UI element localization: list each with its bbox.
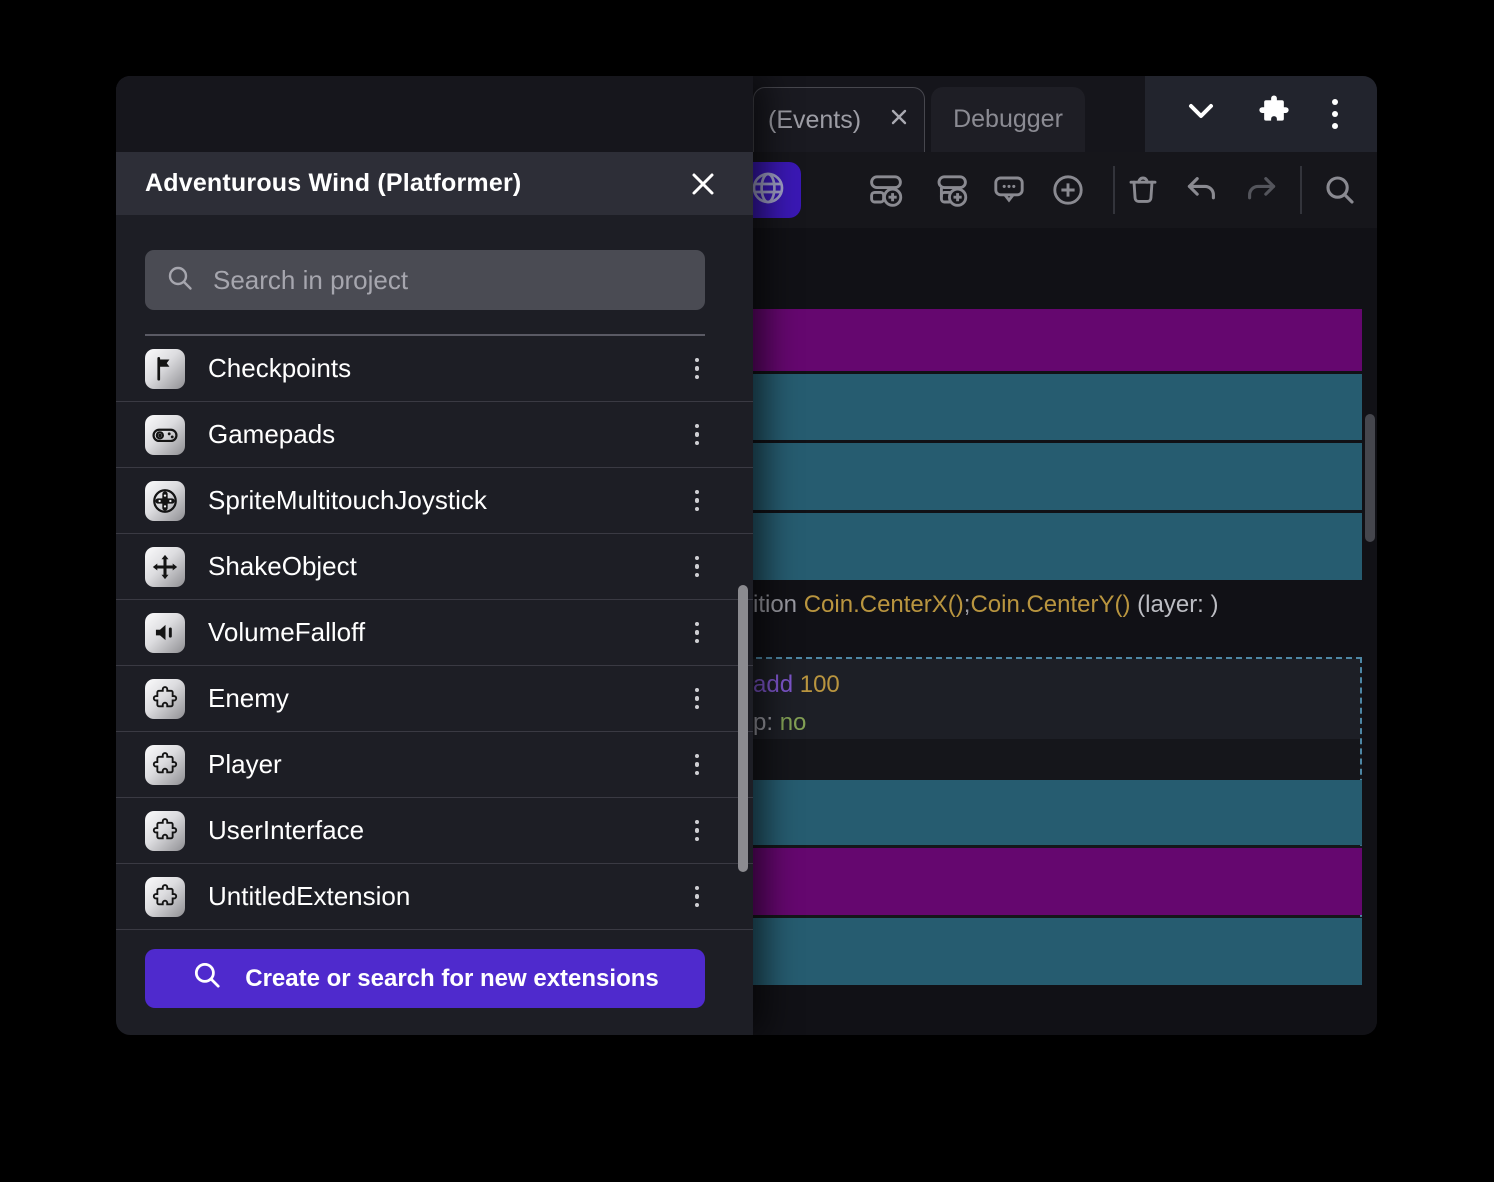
kebab-menu-icon[interactable]: [1332, 99, 1338, 129]
titlebar-right-section: [1145, 76, 1377, 152]
item-menu-icon[interactable]: [689, 814, 706, 848]
code-token: no: [780, 709, 807, 736]
item-label: UntitledExtension: [208, 881, 689, 912]
project-title: Adventurous Wind (Platformer): [145, 169, 521, 198]
project-item-gamepads[interactable]: Gamepads: [116, 402, 753, 468]
code-token: p:: [753, 709, 780, 736]
toolbar-divider: [1300, 166, 1302, 214]
tab-events[interactable]: (Events): [753, 87, 925, 152]
code-token: add: [753, 671, 800, 698]
puzzle-piece-icon: [145, 877, 185, 917]
globe-icon: [748, 168, 788, 213]
tab-close-icon[interactable]: [888, 106, 910, 135]
project-search[interactable]: [145, 250, 705, 310]
event-action-text: ition Coin.CenterX();Coin.CenterY() (lay…: [753, 590, 1219, 620]
puzzle-piece-icon: [145, 811, 185, 851]
flag-icon: [145, 349, 185, 389]
code-token: 100: [800, 671, 840, 698]
project-item-untitledextension[interactable]: UntitledExtension: [116, 864, 753, 930]
trash-icon[interactable]: [1125, 172, 1161, 208]
project-items-list: Checkpoints Gamepads: [116, 336, 753, 930]
puzzle-piece-icon: [145, 679, 185, 719]
item-label: Enemy: [208, 683, 689, 714]
item-menu-icon[interactable]: [689, 352, 706, 386]
joystick-icon: [145, 481, 185, 521]
search-icon: [191, 959, 223, 998]
create-extension-label: Create or search for new extensions: [245, 965, 658, 993]
item-label: Player: [208, 749, 689, 780]
item-menu-icon[interactable]: [689, 682, 706, 716]
add-comment-icon[interactable]: [991, 172, 1027, 208]
code-token: Coin.CenterX(): [804, 591, 964, 618]
window-titlebar-strip: [116, 76, 753, 152]
events-scrollbar[interactable]: [1365, 414, 1375, 542]
project-item-player[interactable]: Player: [116, 732, 753, 798]
item-label: VolumeFalloff: [208, 617, 689, 648]
code-token: (layer: ): [1131, 591, 1219, 618]
event-action-text: add 100: [753, 670, 840, 700]
item-menu-icon[interactable]: [689, 550, 706, 584]
code-token: Coin.CenterY(): [970, 591, 1130, 618]
project-item-checkpoints[interactable]: Checkpoints: [116, 336, 753, 402]
tab-events-label: (Events): [768, 106, 861, 135]
add-circle-icon[interactable]: [1050, 172, 1086, 208]
item-menu-icon[interactable]: [689, 616, 706, 650]
item-label: UserInterface: [208, 815, 689, 846]
panel-scrollbar[interactable]: [738, 585, 748, 872]
item-label: SpriteMultitouchJoystick: [208, 485, 689, 516]
project-item-enemy[interactable]: Enemy: [116, 666, 753, 732]
gamepad-icon: [145, 415, 185, 455]
search-icon[interactable]: [1322, 172, 1358, 208]
item-label: Checkpoints: [208, 353, 689, 384]
redo-icon[interactable]: [1243, 172, 1279, 208]
panel-header: Adventurous Wind (Platformer): [116, 152, 753, 215]
project-item-userinterface[interactable]: UserInterface: [116, 798, 753, 864]
item-menu-icon[interactable]: [689, 484, 706, 518]
puzzle-piece-icon: [145, 745, 185, 785]
code-token: ition: [753, 591, 804, 618]
search-icon: [165, 263, 195, 298]
project-item-shakeobject[interactable]: ShakeObject: [116, 534, 753, 600]
event-action-text: p: no: [753, 708, 806, 738]
add-event-icon[interactable]: [868, 172, 904, 208]
project-item-spritemultitouchjoystick[interactable]: SpriteMultitouchJoystick: [116, 468, 753, 534]
item-menu-icon[interactable]: [689, 418, 706, 452]
item-label: ShakeObject: [208, 551, 689, 582]
project-item-volumefalloff[interactable]: VolumeFalloff: [116, 600, 753, 666]
tab-debugger[interactable]: Debugger: [931, 87, 1085, 152]
toolbar-divider: [1113, 166, 1115, 214]
app-window: (Events) Debugger: [116, 76, 1377, 1035]
create-extension-button[interactable]: Create or search for new extensions: [145, 949, 705, 1008]
project-manager-panel: Adventurous Wind (Platformer) Checkpoint…: [116, 76, 753, 1035]
move-arrows-icon: [145, 547, 185, 587]
close-panel-icon[interactable]: [687, 168, 719, 200]
item-menu-icon[interactable]: [689, 748, 706, 782]
chevron-down-icon[interactable]: [1185, 102, 1217, 127]
speaker-icon: [145, 613, 185, 653]
undo-icon[interactable]: [1184, 172, 1220, 208]
add-subevent-icon[interactable]: [933, 172, 969, 208]
search-input[interactable]: [213, 265, 685, 296]
item-menu-icon[interactable]: [689, 880, 706, 914]
item-label: Gamepads: [208, 419, 689, 450]
tab-debugger-label: Debugger: [953, 105, 1063, 134]
puzzle-icon[interactable]: [1256, 94, 1292, 135]
